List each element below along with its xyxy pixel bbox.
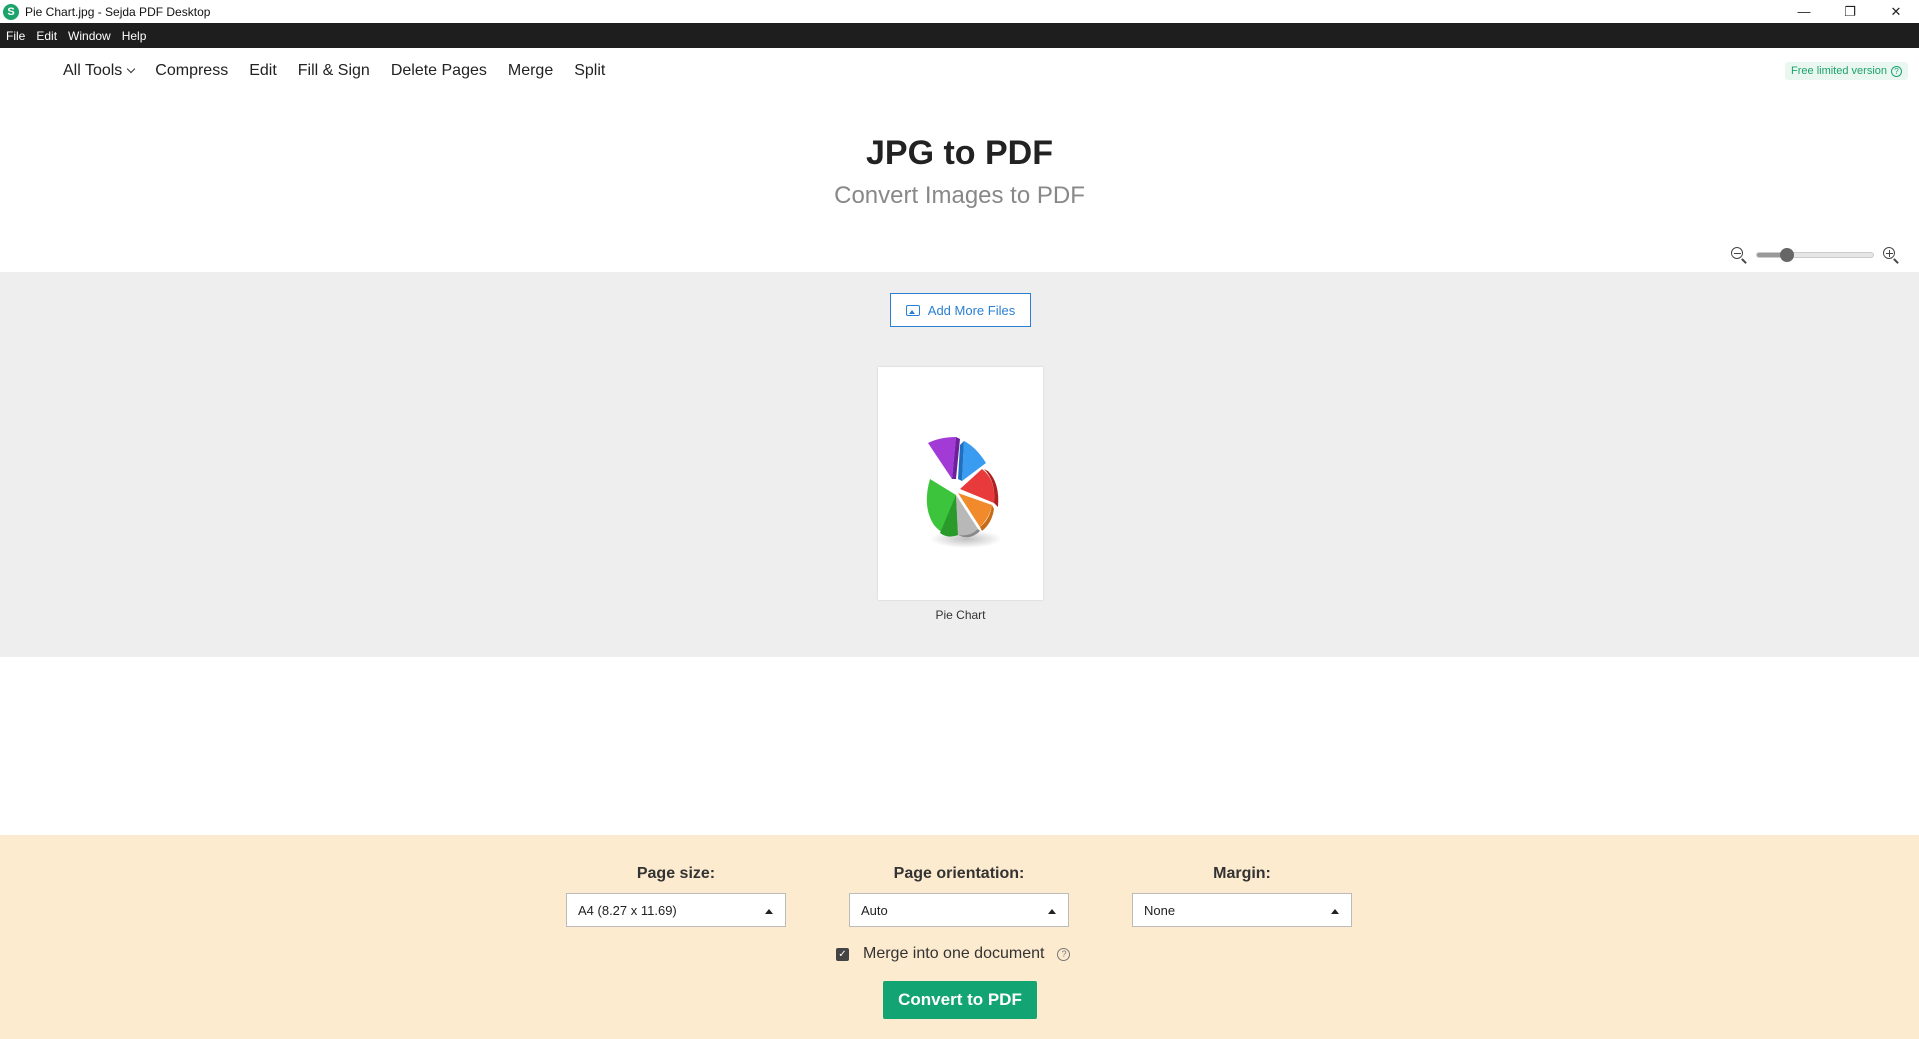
free-version-badge[interactable]: Free limited version ? — [1785, 62, 1908, 80]
options-panel: Page size: A4 (8.27 x 11.69) Page orient… — [0, 835, 1919, 1039]
zoom-slider[interactable] — [1756, 248, 1874, 262]
file-area: Add More Files Pie Chart — [0, 272, 1919, 657]
nav-fill-sign[interactable]: Fill & Sign — [298, 62, 370, 80]
page-size-group: Page size: A4 (8.27 x 11.69) — [566, 865, 786, 927]
orientation-select[interactable]: Auto — [849, 893, 1069, 927]
menu-window[interactable]: Window — [68, 29, 111, 43]
merge-option: ✓ Merge into one document ? — [836, 945, 1071, 963]
file-name: Pie Chart — [935, 608, 986, 622]
zoom-out-icon[interactable] — [1730, 246, 1748, 264]
nav-edit[interactable]: Edit — [249, 62, 277, 80]
zoom-control — [1730, 246, 1900, 264]
margin-select[interactable]: None — [1132, 893, 1352, 927]
convert-to-pdf-button[interactable]: Convert to PDF — [883, 981, 1037, 1019]
menu-file[interactable]: File — [6, 29, 25, 43]
orientation-value: Auto — [861, 902, 888, 918]
window-controls: — ❐ ✕ — [1781, 0, 1919, 23]
caret-up-icon — [1048, 909, 1056, 914]
nav-split[interactable]: Split — [574, 62, 605, 80]
page-size-select[interactable]: A4 (8.27 x 11.69) — [566, 893, 786, 927]
add-more-files-label: Add More Files — [927, 302, 1016, 318]
page-title: JPG to PDF — [865, 134, 1054, 172]
sejda-logo-icon: S — [3, 3, 19, 20]
zoom-in-icon[interactable] — [1882, 246, 1900, 264]
page-size-value: A4 (8.27 x 11.69) — [578, 902, 677, 918]
nav-merge[interactable]: Merge — [508, 62, 553, 80]
file-thumbnail[interactable] — [878, 367, 1043, 600]
help-icon[interactable]: ? — [1057, 947, 1071, 961]
orientation-group: Page orientation: Auto — [849, 865, 1069, 927]
chevron-down-icon — [127, 64, 136, 74]
image-icon — [905, 304, 920, 316]
zoom-slider-handle[interactable] — [1780, 248, 1794, 262]
help-icon: ? — [1891, 65, 1902, 77]
close-button[interactable]: ✕ — [1873, 0, 1919, 23]
merge-label: Merge into one document — [863, 945, 1045, 962]
page-size-label: Page size: — [636, 865, 716, 882]
free-version-label: Free limited version — [1791, 65, 1887, 77]
page-subtitle: Convert Images to PDF — [834, 182, 1085, 209]
menu-edit[interactable]: Edit — [36, 29, 57, 43]
tool-nav: All Tools Compress Edit Fill & Sign Dele… — [0, 48, 1919, 94]
merge-checkbox[interactable]: ✓ — [836, 947, 849, 961]
nav-compress[interactable]: Compress — [155, 62, 228, 80]
pie-chart-image — [926, 437, 1002, 548]
margin-value: None — [1144, 902, 1176, 918]
all-tools-label: All Tools — [63, 62, 123, 79]
menu-bar: File Edit Window Help — [0, 23, 1919, 48]
nav-delete-pages[interactable]: Delete Pages — [391, 62, 487, 80]
caret-up-icon — [1331, 909, 1339, 914]
margin-label: Margin: — [1213, 865, 1271, 882]
menu-help[interactable]: Help — [122, 29, 147, 43]
all-tools-dropdown[interactable]: All Tools — [63, 62, 136, 80]
title-bar: S Pie Chart.jpg - Sejda PDF Desktop — ❐ … — [0, 0, 1919, 23]
caret-up-icon — [765, 909, 773, 914]
minimize-button[interactable]: — — [1781, 0, 1827, 23]
orientation-label: Page orientation: — [893, 865, 1025, 882]
add-more-files-button[interactable]: Add More Files — [890, 293, 1031, 327]
margin-group: Margin: None — [1132, 865, 1352, 927]
window-title: Pie Chart.jpg - Sejda PDF Desktop — [25, 4, 211, 19]
restore-button[interactable]: ❐ — [1827, 0, 1873, 23]
